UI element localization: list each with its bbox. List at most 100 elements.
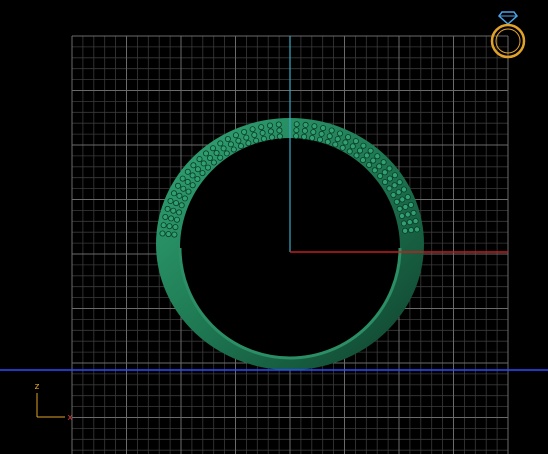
pave-stone <box>353 152 360 159</box>
pave-stone <box>259 129 266 136</box>
pave-stone <box>367 147 374 154</box>
pave-stone <box>253 137 260 144</box>
pave-stone <box>243 134 250 141</box>
pave-stone <box>276 127 283 134</box>
pave-stone <box>165 231 172 238</box>
pave-stone <box>396 205 403 212</box>
axis-gizmo: z x <box>35 382 74 423</box>
pave-stone <box>202 150 209 157</box>
pave-stone <box>374 153 381 160</box>
pave-stone <box>413 226 420 233</box>
pave-stone <box>398 212 405 219</box>
pave-stone <box>168 215 175 222</box>
pave-stone <box>326 133 333 140</box>
pave-stone <box>179 175 186 182</box>
ring-icon <box>490 23 526 59</box>
pave-stone <box>275 121 282 128</box>
pave-stone <box>390 191 397 198</box>
pave-stone <box>391 172 398 179</box>
pave-stone <box>266 122 273 129</box>
pave-stone <box>366 161 373 168</box>
pave-stone <box>328 127 335 134</box>
3d-viewport[interactable]: z x <box>0 0 548 454</box>
pave-stone <box>404 194 411 201</box>
pave-stone <box>210 159 217 166</box>
pave-stone <box>399 196 406 203</box>
pave-stone <box>402 203 409 210</box>
pave-stone <box>293 133 300 140</box>
pave-stone <box>171 231 178 238</box>
pave-stone <box>176 192 183 199</box>
pave-stone <box>395 189 402 196</box>
gem-icon <box>497 11 519 26</box>
pave-stone <box>339 144 346 151</box>
pave-stone <box>184 168 191 175</box>
pave-stone <box>196 156 203 163</box>
pave-stone <box>185 188 192 195</box>
pave-stone <box>189 182 196 189</box>
pave-stone <box>381 179 388 186</box>
pave-stone <box>345 134 352 141</box>
pave-stone <box>189 172 196 179</box>
pave-stone <box>309 134 316 141</box>
pave-stone <box>386 175 393 182</box>
pave-stone <box>223 150 230 157</box>
pave-stone <box>159 230 166 237</box>
pave-stone <box>213 149 220 156</box>
pave-stone <box>386 165 393 172</box>
pave-stone <box>204 164 211 171</box>
pave-stone <box>235 137 242 144</box>
pave-stone <box>359 157 366 164</box>
pave-stone <box>400 186 407 193</box>
pave-stone <box>194 175 201 182</box>
pave-stone <box>310 129 317 136</box>
pave-stone <box>267 128 274 135</box>
pave-stone <box>237 143 244 150</box>
pave-stone <box>245 140 252 147</box>
pave-stone <box>227 141 234 148</box>
pave-stone <box>302 121 309 128</box>
pave-stone <box>342 139 349 146</box>
pave-stone <box>396 179 403 186</box>
viewport-canvas[interactable]: z x <box>0 0 548 454</box>
pave-stone <box>166 223 173 230</box>
pave-stone <box>162 213 169 220</box>
pave-stone <box>293 127 300 134</box>
pave-stone <box>404 211 411 218</box>
ring-view-icon[interactable] <box>488 8 528 60</box>
pave-stone <box>324 138 331 145</box>
pave-stone <box>199 170 206 177</box>
pave-stone <box>334 136 341 143</box>
pave-stone <box>164 205 171 212</box>
pave-stone <box>206 154 213 161</box>
pave-stone <box>190 162 197 169</box>
pave-stone <box>230 146 237 153</box>
pave-stone <box>172 224 179 231</box>
pave-stone <box>400 220 407 227</box>
pave-stone <box>249 126 256 133</box>
pave-stone <box>241 128 248 135</box>
pave-stone <box>407 201 414 208</box>
pave-stone <box>352 138 359 145</box>
pave-stone <box>380 159 387 166</box>
pave-stone <box>174 182 181 189</box>
pave-stone <box>178 202 185 209</box>
pave-stone <box>293 121 300 128</box>
pave-stone <box>346 148 353 155</box>
pave-stone <box>301 127 308 134</box>
pave-stone <box>276 133 283 140</box>
pave-stone <box>402 227 409 234</box>
pave-stone <box>363 152 370 159</box>
pave-stone <box>220 145 227 152</box>
pave-stone <box>173 200 180 207</box>
pave-stone <box>217 154 224 161</box>
pave-stone <box>318 130 325 137</box>
pave-stone <box>194 166 201 173</box>
pave-stone <box>217 140 224 147</box>
pave-stone <box>376 163 383 170</box>
pave-stone <box>258 124 265 131</box>
gizmo-x-label: x <box>67 413 73 423</box>
pave-stone <box>232 132 239 139</box>
pave-stone <box>311 123 318 130</box>
pave-stone <box>320 125 327 132</box>
